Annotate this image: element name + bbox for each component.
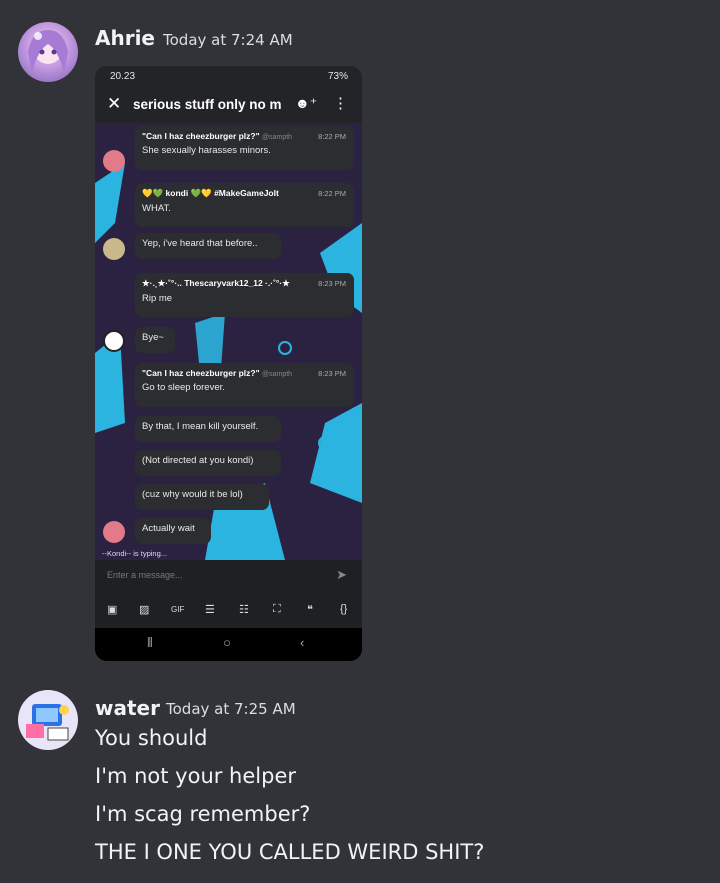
channel-name: serious stuff only no m (133, 97, 281, 112)
chat-text: (Not directed at you kondi) (142, 455, 254, 466)
chat-message: ★·.¸★·˚°·.. Thescaryvark12_12 ·.·˚°·★ 8:… (135, 273, 354, 317)
avatar (103, 150, 125, 172)
username[interactable]: water (95, 696, 160, 720)
android-nav-bar: ⦀ ○ ‹ (95, 628, 362, 661)
chat-message: Actually wait (135, 518, 211, 544)
add-member-icon: ☻⁺ (295, 95, 318, 111)
chat-area: "Can I haz cheezburger plz?" @sampth 8:2… (95, 123, 362, 560)
image-icon: ▨ (139, 604, 150, 616)
code-icon: {} (340, 603, 348, 615)
message-water: water Today at 7:25 AM You should I'm no… (0, 680, 720, 880)
chat-message: "Can I haz cheezburger plz?" @sampth 8:2… (135, 126, 354, 170)
chat-author: 💛💚 kondi 💚💛 #MakeGameJolt (142, 188, 279, 198)
chat-message: Yep, i've heard that before.. (135, 233, 281, 259)
chat-time: 8:22 PM (318, 189, 346, 198)
chat-author: "Can I haz cheezburger plz?" (142, 131, 260, 141)
message-line: I'm scag remember? (95, 802, 311, 826)
chat-message: By that, I mean kill yourself. (135, 416, 281, 442)
chat-text: Go to sleep forever. (142, 382, 225, 393)
status-time: 20.23 (110, 71, 136, 82)
chat-time: 8:23 PM (318, 369, 346, 378)
message-ahrie: Ahrie Today at 7:24 AM 20.23 73% ✕ serio… (0, 0, 720, 670)
chat-text: By that, I mean kill yourself. (142, 421, 259, 432)
chat-text: Bye~ (142, 332, 164, 343)
chat-time: 8:23 PM (318, 279, 346, 288)
chat-handle: @sampth (262, 371, 293, 378)
avatar-water[interactable] (18, 690, 78, 750)
phone-status-bar: 20.23 73% (95, 66, 362, 88)
send-icon: ➤ (336, 567, 347, 582)
chat-message: "Can I haz cheezburger plz?" @sampth 8:2… (135, 363, 354, 407)
message-line: I'm not your helper (95, 764, 297, 788)
close-icon: ✕ (107, 94, 122, 113)
chat-message: 💛💚 kondi 💚💛 #MakeGameJolt 8:22 PM WHAT. (135, 183, 354, 227)
avatar (103, 238, 125, 260)
chat-message: Bye~ (135, 327, 175, 353)
chat-text: Rip me (142, 293, 173, 304)
chat-time: 8:22 PM (318, 132, 346, 141)
more-options-icon: ⋮ (333, 95, 348, 112)
status-battery: 73% (327, 71, 348, 82)
chat-text: (cuz why would it be lol) (142, 489, 243, 500)
chat-message: (cuz why would it be lol) (135, 484, 269, 510)
bullet-list-icon: ☰ (205, 604, 215, 616)
home-icon: ○ (223, 635, 231, 650)
chat-text: Yep, i've heard that before.. (142, 238, 258, 249)
spoiler-icon: ⛶ (273, 603, 281, 615)
formatting-toolbar: ▣ ▨ GIF ☰ ☷ ⛶ ❝ {} (95, 595, 362, 628)
avatar (103, 521, 125, 543)
quote-icon: ❝ (307, 604, 313, 616)
timestamp: Today at 7:25 AM (166, 700, 296, 718)
typing-indicator: --Kondi-- is typing... (102, 549, 168, 558)
gif-icon: GIF (171, 605, 185, 614)
message-line: THE I ONE YOU CALLED WEIRD SHIT? (95, 840, 485, 864)
anime-avatar-icon (28, 30, 68, 72)
chat-message: (Not directed at you kondi) (135, 450, 281, 476)
chat-text: She sexually harasses minors. (142, 145, 271, 156)
timestamp: Today at 7:24 AM (163, 31, 293, 49)
avatar-ahrie[interactable] (18, 22, 78, 82)
avatar (103, 330, 125, 352)
composer-placeholder: Enter a message... (107, 570, 183, 580)
chat-text: Actually wait (142, 523, 195, 534)
chat-handle: @sampth (262, 134, 293, 141)
recent-apps-icon: ⦀ (147, 635, 153, 650)
channel-header: ✕ serious stuff only no m ☻⁺ ⋮ (95, 88, 362, 123)
numbered-list-icon: ☷ (239, 604, 249, 616)
chat-author: ★·.¸★·˚°·.. Thescaryvark12_12 ·.·˚°·★ (142, 278, 290, 288)
screenshot-attachment[interactable]: 20.23 73% ✕ serious stuff only no m ☻⁺ ⋮ (95, 66, 362, 661)
back-icon: ‹ (300, 635, 305, 650)
attach-icon: ▣ (107, 604, 118, 616)
message-line: You should (95, 726, 208, 750)
message-composer: Enter a message... ➤ (95, 560, 362, 595)
username[interactable]: Ahrie (95, 26, 155, 50)
chat-author: "Can I haz cheezburger plz?" (142, 368, 260, 378)
pixel-art-avatar-icon (26, 704, 69, 741)
chat-text: WHAT. (142, 203, 171, 214)
